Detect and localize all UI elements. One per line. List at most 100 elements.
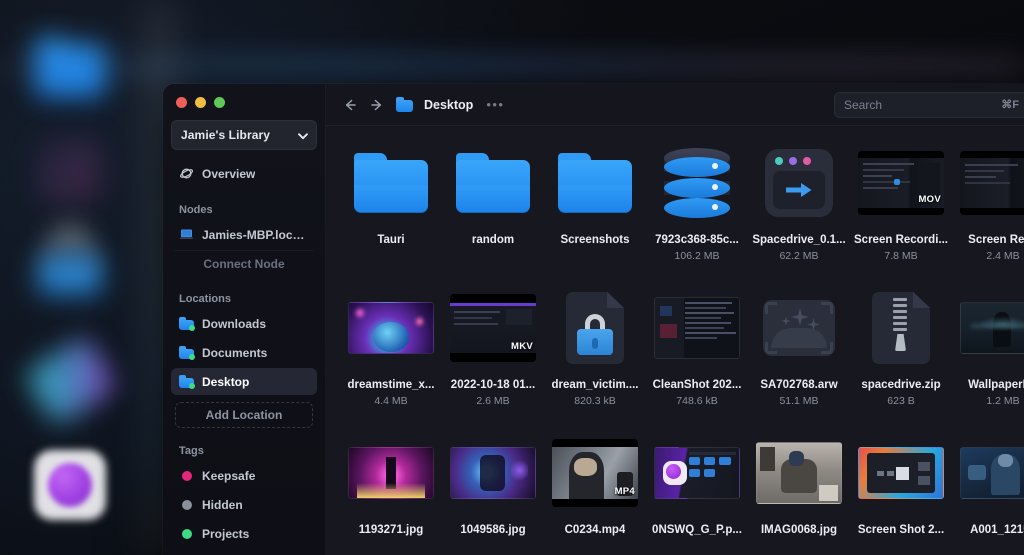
video-thumbnail: MOV (858, 140, 944, 226)
file-name: 7923c368-85c... (655, 234, 739, 246)
tag-color-dot-icon (179, 468, 194, 483)
toolbar: Desktop ••• Search ⌘F (326, 84, 1024, 126)
file-name: spacedrive.zip (861, 379, 941, 391)
folder-icon (348, 140, 434, 226)
main-panel: Desktop ••• Search ⌘F Tauri random Scree… (326, 84, 1024, 555)
zip-file-icon (858, 285, 944, 371)
dmg-installer-icon (756, 140, 842, 226)
breadcrumb-overflow-button[interactable]: ••• (486, 97, 504, 112)
file-item[interactable]: spacedrive.zip 623 B (850, 283, 952, 428)
file-grid-scroll-area[interactable]: Tauri random Screenshots 7923c368-85c...… (326, 126, 1024, 555)
file-item[interactable]: A001_12150 (952, 428, 1024, 555)
file-name: Screenshots (560, 234, 630, 246)
close-button[interactable] (176, 97, 187, 108)
file-name: C0234.mp4 (564, 524, 626, 536)
file-name: 0NSWQ_G_P.p... (652, 524, 742, 536)
file-item[interactable]: IMAG0068.jpg (748, 428, 850, 555)
sidebar-item-desktop[interactable]: Desktop (171, 368, 317, 395)
image-thumbnail (858, 430, 944, 516)
sidebar-item-overview[interactable]: Overview (171, 160, 317, 187)
arrow-left-icon[interactable] (342, 97, 358, 113)
background-app-icon (38, 140, 104, 202)
arrow-right-icon[interactable] (369, 97, 385, 113)
file-name: SA702768.arw (760, 379, 838, 391)
connect-node-button[interactable]: Connect Node (175, 250, 313, 276)
zoom-button[interactable] (214, 97, 225, 108)
sidebar-item-downloads-label: Downloads (202, 316, 267, 331)
sidebar-item-tag-hidden[interactable]: Hidden (171, 491, 317, 518)
file-item[interactable]: Spacedrive_0.1... 62.2 MB (748, 138, 850, 283)
sidebar-item-tag-projects-label: Projects (202, 526, 250, 541)
file-size: 820.3 kB (574, 395, 616, 407)
laptop-icon (179, 227, 194, 242)
image-thumbnail (654, 285, 740, 371)
file-item[interactable]: MP4 C0234.mp4 (544, 428, 646, 555)
file-item[interactable]: 7923c368-85c... 106.2 MB (646, 138, 748, 283)
file-item[interactable]: Tauri (340, 138, 442, 283)
background-tag-icon (23, 335, 119, 427)
search-shortcut-badge: ⌘F (1001, 99, 1019, 111)
file-item[interactable]: 1049586.jpg (442, 428, 544, 555)
file-name: CleanShot 202... (652, 379, 742, 391)
file-item[interactable]: dreamstime_x... 4.4 MB (340, 283, 442, 428)
library-selector[interactable]: Jamie's Library (171, 120, 317, 150)
file-item[interactable]: WallpaperDo 1.2 MB (952, 283, 1024, 428)
file-item[interactable]: Screen Shot 2... (850, 428, 952, 555)
minimize-button[interactable] (195, 97, 206, 108)
file-name: dreamstime_x... (347, 379, 435, 391)
sidebar-item-tag-projects[interactable]: Projects (171, 520, 317, 547)
folder-icon (450, 140, 536, 226)
sidebar-heading-nodes: Nodes (179, 204, 213, 216)
folder-icon (179, 374, 195, 389)
file-size: 623 B (887, 395, 915, 407)
file-name: Screen Shot 2... (857, 524, 945, 536)
image-thumbnail (960, 430, 1024, 516)
file-format-badge: MP4 (614, 486, 635, 497)
file-size: 1.2 MB (986, 395, 1020, 407)
breadcrumb-label[interactable]: Desktop (424, 98, 473, 112)
file-name: Spacedrive_0.1... (752, 234, 846, 246)
sidebar-item-tag-keepsafe[interactable]: Keepsafe (171, 462, 317, 489)
video-thumbnail: MP4 (552, 430, 638, 516)
file-name: WallpaperDo (968, 379, 1024, 391)
search-input[interactable]: Search ⌘F (834, 91, 1024, 118)
file-size: 748.6 kB (676, 395, 718, 407)
file-item[interactable]: CleanShot 202... 748.6 kB (646, 283, 748, 428)
file-name: Tauri (377, 234, 405, 246)
raw-photo-icon (756, 285, 842, 371)
file-size: 2.6 MB (476, 395, 510, 407)
add-location-button[interactable]: Add Location (175, 402, 313, 428)
file-format-badge: MKV (510, 341, 533, 352)
file-item[interactable]: random (442, 138, 544, 283)
image-thumbnail (348, 285, 434, 371)
file-item[interactable]: SA702768.arw 51.1 MB (748, 283, 850, 428)
file-name: 1193271.jpg (358, 524, 424, 536)
file-item[interactable]: 0NSWQ_G_P.p... (646, 428, 748, 555)
sidebar-item-documents[interactable]: Documents (171, 339, 317, 366)
planet-icon (179, 166, 194, 181)
sidebar-item-node-label: Jamies-MBP.local... (202, 227, 309, 242)
file-name: IMAG0068.jpg (760, 524, 838, 536)
file-name: Screen Recordi... (854, 234, 948, 246)
file-item[interactable]: MKV 2022-10-18 01... 2.6 MB (442, 283, 544, 428)
file-size: 106.2 MB (674, 250, 720, 262)
sidebar-item-downloads[interactable]: Downloads (171, 310, 317, 337)
file-item[interactable]: dream_victim.... 820.3 kB (544, 283, 646, 428)
file-format-badge: MOV (918, 194, 941, 205)
encrypted-file-icon (552, 285, 638, 371)
image-thumbnail (348, 430, 434, 516)
folder-icon (179, 345, 195, 360)
sidebar-item-node[interactable]: Jamies-MBP.local... (171, 221, 317, 248)
file-item[interactable]: Screenshots (544, 138, 646, 283)
file-item[interactable]: MOV Screen Recordi... 7.8 MB (850, 138, 952, 283)
file-item[interactable]: 1193271.jpg (340, 428, 442, 555)
sidebar-item-documents-label: Documents (202, 345, 268, 360)
file-size: 4.4 MB (374, 395, 408, 407)
sidebar-item-tag-keepsafe-label: Keepsafe (202, 468, 256, 483)
image-thumbnail (450, 430, 536, 516)
sidebar-heading-tags: Tags (179, 445, 204, 457)
background-spacedrive-orb-icon (48, 463, 92, 507)
file-size: 51.1 MB (779, 395, 819, 407)
library-selector-label: Jamie's Library (181, 128, 271, 142)
file-item[interactable]: Screen Reco 2.4 MB (952, 138, 1024, 283)
